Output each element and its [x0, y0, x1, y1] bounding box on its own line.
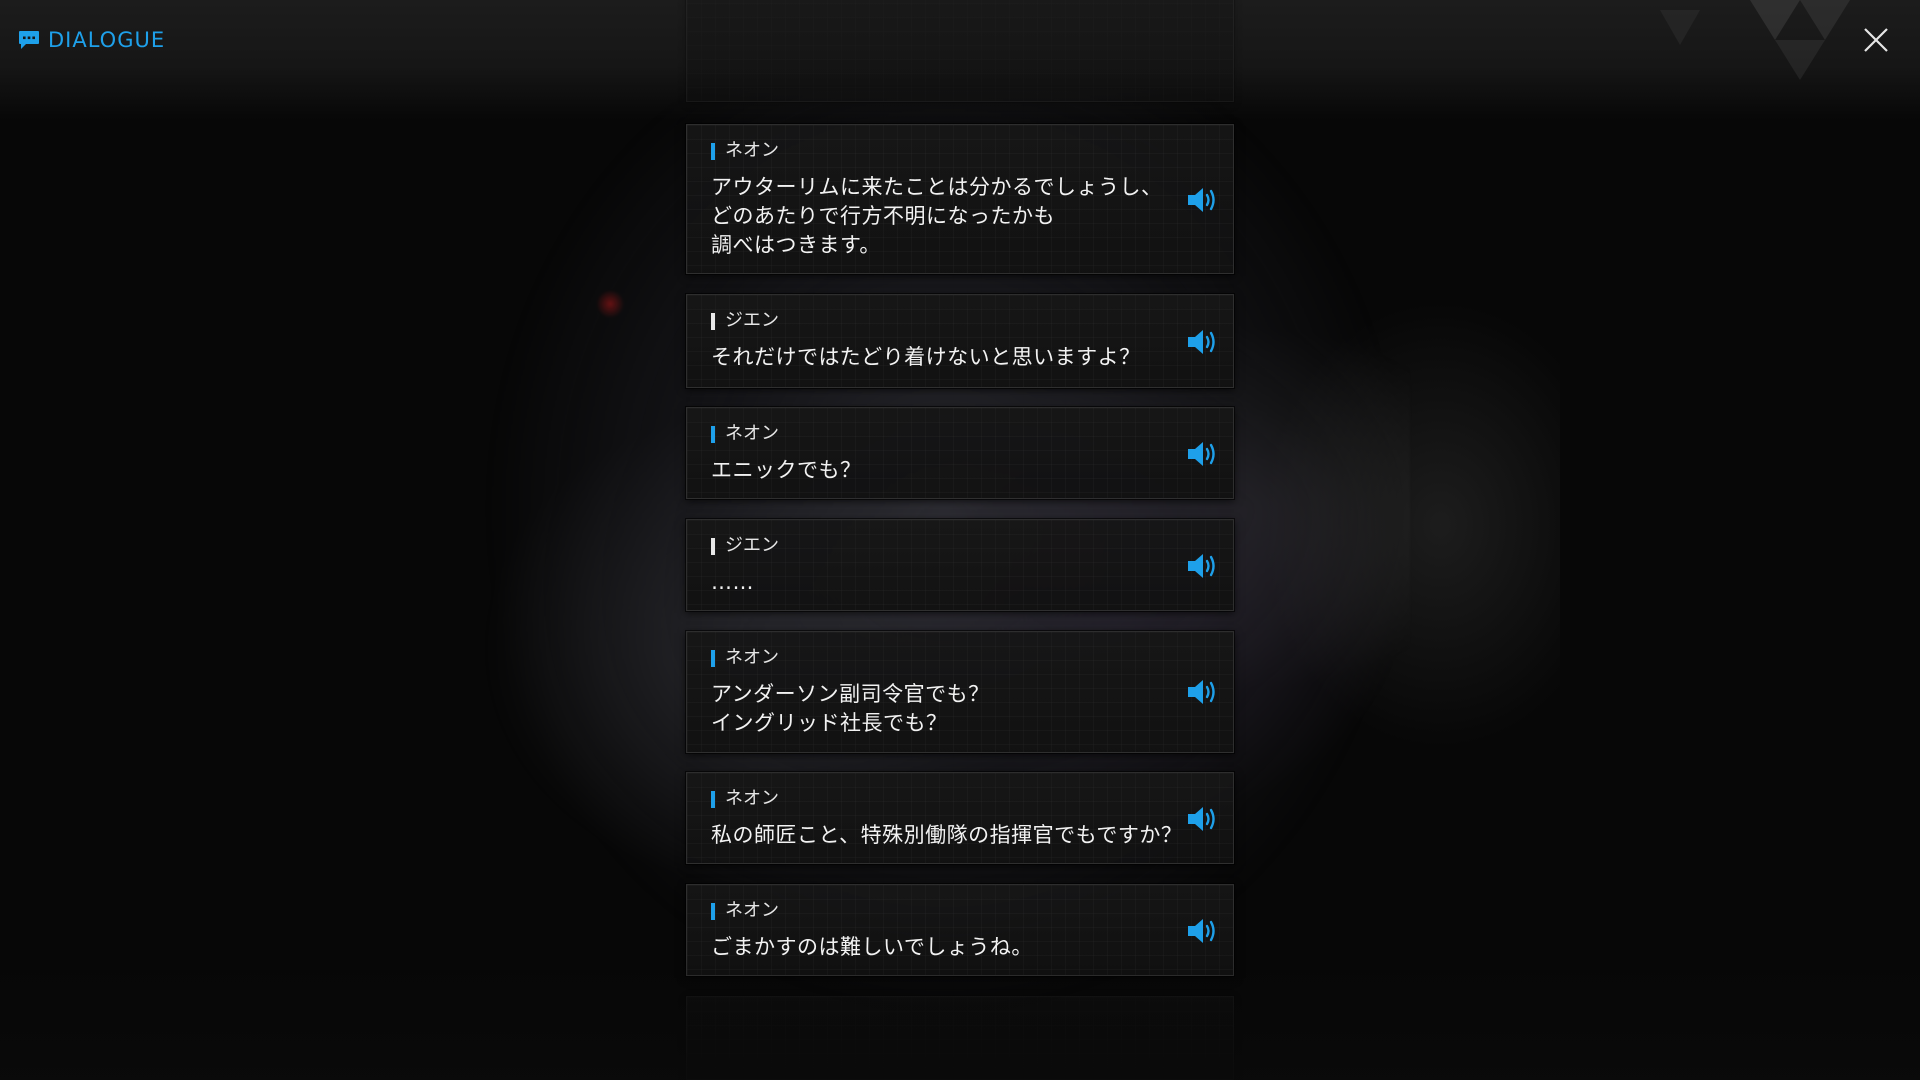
dialogue-text: 私の師匠こと、特殊別働隊の指揮官でもですか？: [711, 823, 1183, 847]
dialogue-entry: ネオン アンダーソン副司令官でも？ イングリッド社長でも？: [686, 631, 1234, 753]
dialogue-screen: DIALOGUE ネオン アウターリムに来たことは分かるでしょうし、 どのあたり…: [0, 0, 1920, 1080]
voice-play-button[interactable]: [1185, 916, 1221, 946]
speaker-name: ネオン: [725, 140, 779, 161]
voice-play-button[interactable]: [1185, 185, 1221, 215]
speaker-icon: [1188, 807, 1215, 831]
page-title: DIALOGUE: [48, 28, 166, 52]
header-title: DIALOGUE: [18, 28, 165, 52]
speaker-name: ジエン: [725, 310, 779, 331]
speaker-marker: [711, 649, 715, 667]
speaker-icon: [1188, 919, 1215, 943]
speaker-icon: [1188, 188, 1215, 212]
speaker-icon: [1188, 554, 1215, 578]
speaker: ジエン: [711, 536, 779, 556]
speaker: ネオン: [711, 648, 779, 668]
dialogue-entry: ネオン エニックでも？: [686, 407, 1234, 499]
close-icon: [1864, 28, 1888, 52]
speaker-name: ネオン: [725, 900, 779, 921]
speaker-marker: [711, 537, 715, 555]
voice-play-button[interactable]: [1185, 327, 1221, 357]
voice-play-button[interactable]: [1185, 551, 1221, 581]
dialogue-text: エニックでも？: [711, 458, 862, 482]
chat-bubble-icon: [19, 31, 39, 49]
background-machinery: [1260, 300, 1560, 750]
speaker: ネオン: [711, 789, 779, 809]
close-button[interactable]: [1862, 26, 1890, 54]
speaker-marker: [711, 902, 715, 920]
speaker-marker: [711, 425, 715, 443]
header-decoration: [1660, 0, 1850, 80]
voice-play-button[interactable]: [1185, 677, 1221, 707]
dialogue-text: ごまかすのは難しいでしょうね。: [711, 935, 1033, 959]
dialogue-entry: ネオン アウターリムに来たことは分かるでしょうし、 どのあたりで行方不明になった…: [686, 124, 1234, 274]
speaker-icon: [1188, 330, 1215, 354]
dialogue-entry: ジエン ……: [686, 519, 1234, 611]
dialogue-text: アンダーソン副司令官でも？ イングリッド社長でも？: [711, 682, 990, 735]
speaker: ネオン: [711, 901, 779, 921]
bottom-fade: [0, 960, 1920, 1080]
dialogue-text: ……: [711, 570, 754, 594]
voice-play-button[interactable]: [1185, 804, 1221, 834]
dialogue-entry: ジエン それだけではたどり着けないと思いますよ？: [686, 294, 1234, 388]
dialogue-entry: ネオン 私の師匠こと、特殊別働隊の指揮官でもですか？: [686, 772, 1234, 864]
speaker: ネオン: [711, 141, 779, 161]
speaker-icon: [1188, 442, 1215, 466]
dialogue-entry-partial: [686, 0, 1234, 102]
speaker-name: ネオン: [725, 647, 779, 668]
speaker-name: ジエン: [725, 535, 779, 556]
dialogue-text: アウターリムに来たことは分かるでしょうし、 どのあたりで行方不明になったかも 調…: [711, 175, 1163, 257]
speaker: ジエン: [711, 311, 779, 331]
speaker-marker: [711, 142, 715, 160]
voice-play-button[interactable]: [1185, 439, 1221, 469]
speaker-icon: [1188, 680, 1215, 704]
speaker-name: ネオン: [725, 423, 779, 444]
dialogue-log-list[interactable]: ネオン アウターリムに来たことは分かるでしょうし、 どのあたりで行方不明になった…: [686, 0, 1234, 1080]
speaker-name: ネオン: [725, 788, 779, 809]
speaker-marker: [711, 312, 715, 330]
speaker: ネオン: [711, 424, 779, 444]
speaker-marker: [711, 790, 715, 808]
dialogue-text: それだけではたどり着けないと思いますよ？: [711, 345, 1141, 369]
